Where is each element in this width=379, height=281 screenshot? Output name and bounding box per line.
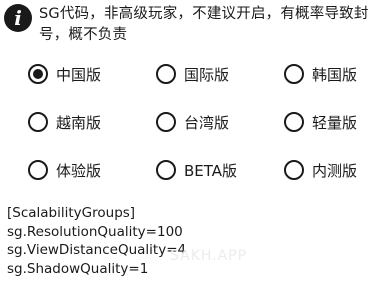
radio-button[interactable] — [28, 112, 48, 132]
radio-button[interactable] — [284, 160, 304, 180]
config-line: sg.ResolutionQuality=100 — [7, 223, 183, 240]
version-radio-group: 中国版 国际版 韩国版 越南版 台湾版 轻量版 体验版 BETA版 内测版 — [28, 60, 373, 200]
radio-option-vietnam[interactable]: 越南版 — [28, 110, 101, 134]
option-label: 台湾版 — [184, 113, 230, 132]
radio-button[interactable] — [284, 64, 304, 84]
option-label: 体验版 — [56, 161, 102, 180]
option-label: 国际版 — [184, 65, 230, 84]
radio-button[interactable] — [156, 64, 176, 84]
radio-option-taiwan[interactable]: 台湾版 — [156, 110, 229, 134]
radio-button[interactable] — [156, 112, 176, 132]
option-label: BETA版 — [184, 161, 238, 180]
option-label: 中国版 — [56, 65, 102, 84]
warning-notice: SG代码，非高级玩家，不建议开启，有概率导致封号，概不负责 — [39, 6, 369, 43]
radio-option-lite[interactable]: 轻量版 — [284, 110, 357, 134]
radio-option-china[interactable]: 中国版 — [28, 62, 101, 86]
option-label: 越南版 — [56, 113, 102, 132]
watermark: SAKH.APP — [170, 248, 248, 264]
radio-option-beta[interactable]: BETA版 — [156, 158, 237, 182]
radio-button[interactable] — [28, 64, 48, 84]
info-icon: i — [4, 4, 32, 32]
option-label: 轻量版 — [312, 113, 358, 132]
config-line: [ScalabilityGroups] — [7, 205, 136, 221]
radio-button[interactable] — [28, 160, 48, 180]
radio-button[interactable] — [284, 112, 304, 132]
radio-option-korea[interactable]: 韩国版 — [284, 62, 357, 86]
radio-button[interactable] — [156, 160, 176, 180]
option-label: 内测版 — [312, 161, 358, 180]
option-label: 韩国版 — [312, 65, 358, 84]
radio-option-global[interactable]: 国际版 — [156, 62, 229, 86]
radio-option-trial[interactable]: 体验版 — [28, 158, 101, 182]
config-code-block: [ScalabilityGroups] sg.ResolutionQuality… — [7, 204, 367, 278]
radio-option-internal-test[interactable]: 内测版 — [284, 158, 357, 182]
